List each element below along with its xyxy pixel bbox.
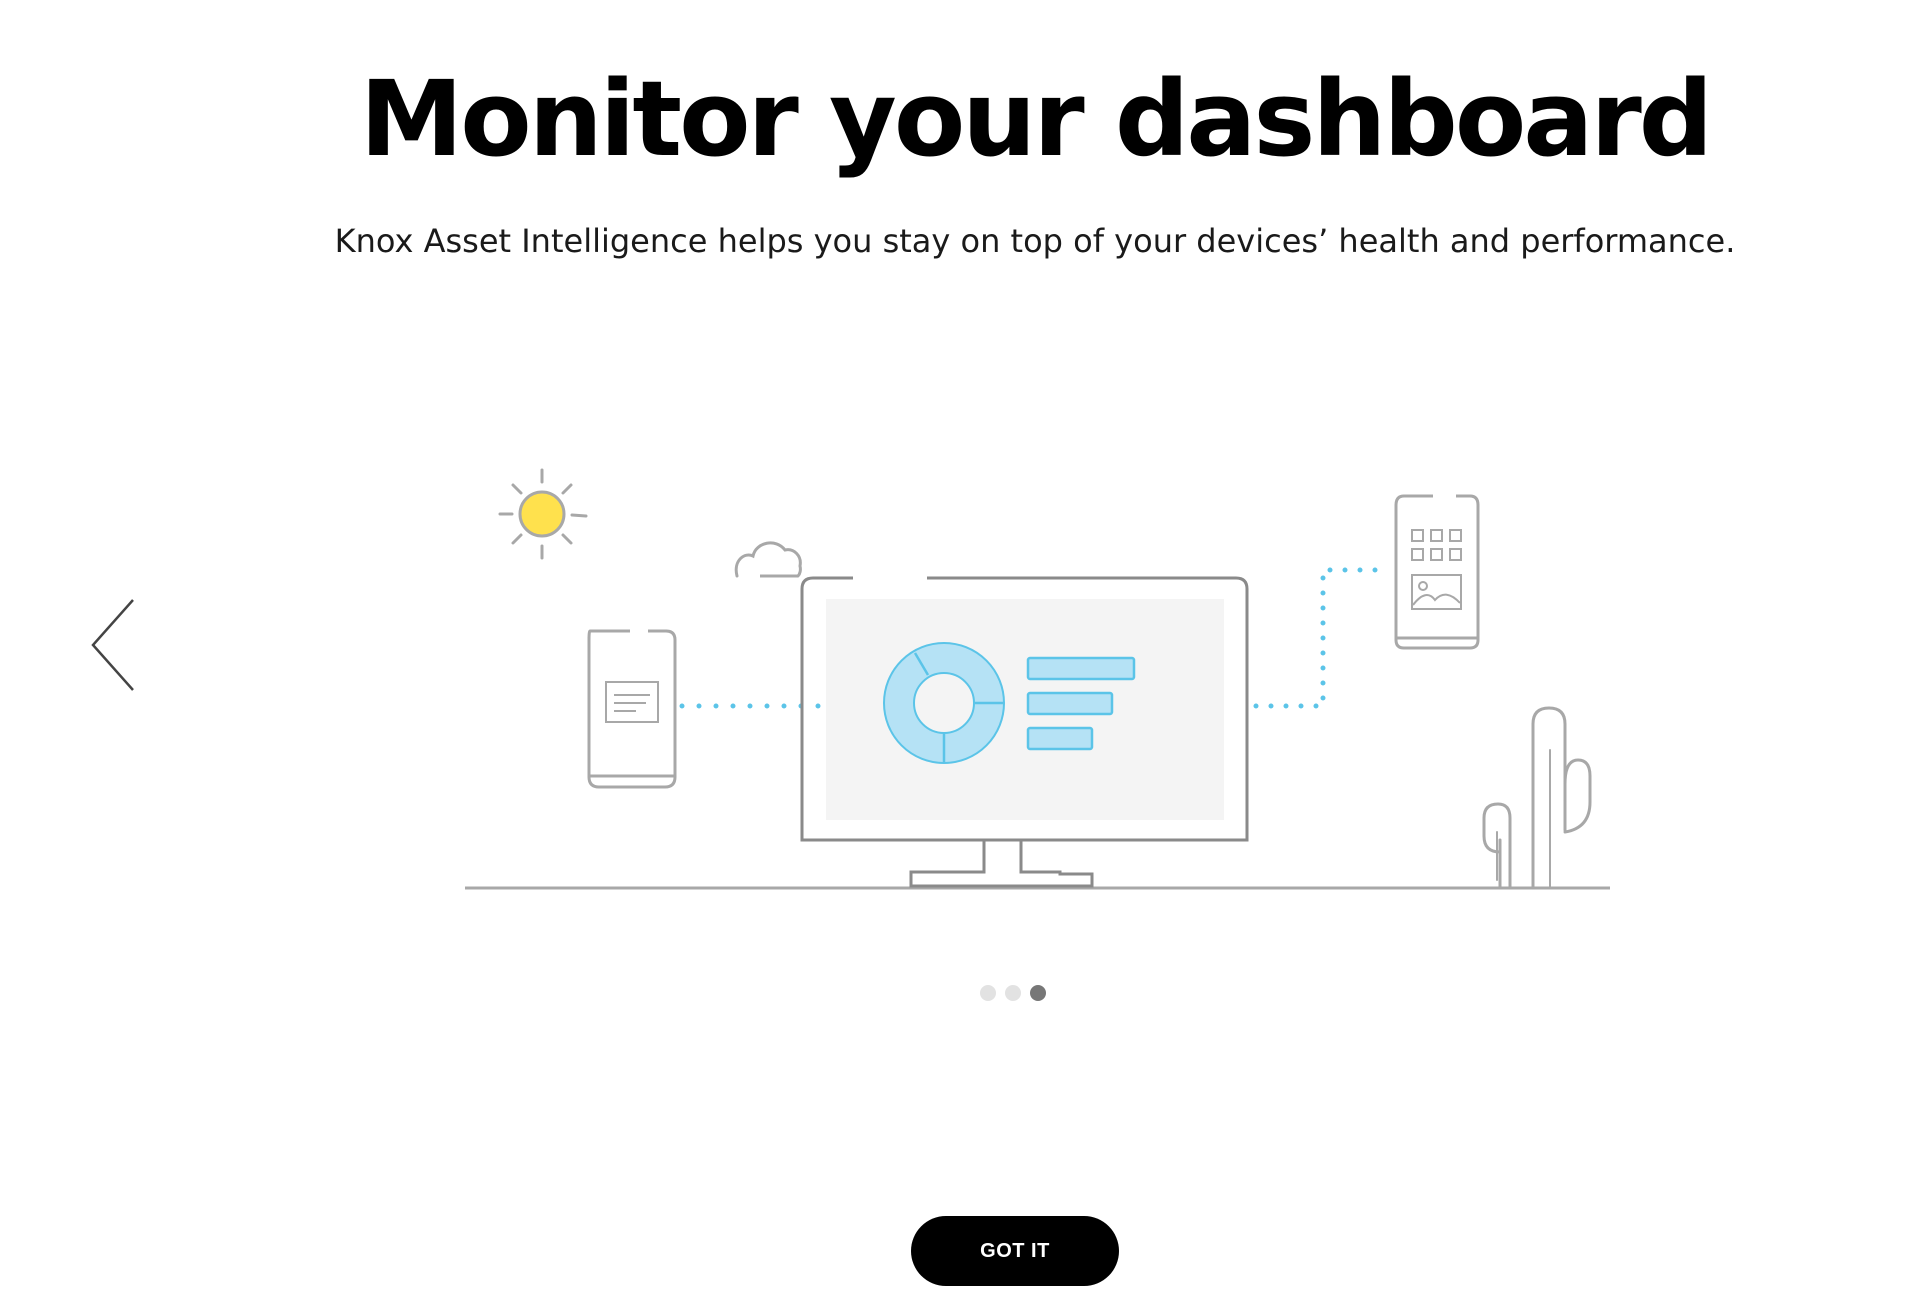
onboarding-slide: Monitor your dashboard Knox Asset Intell… bbox=[0, 0, 1920, 1313]
cloud-icon bbox=[734, 541, 802, 578]
cactus-icon bbox=[1482, 706, 1592, 890]
page-title: Monitor your dashboard bbox=[359, 58, 1713, 180]
connector-right bbox=[1253, 567, 1388, 709]
page-subtitle: Knox Asset Intelligence helps you stay o… bbox=[334, 222, 1736, 260]
sun-icon bbox=[498, 468, 588, 560]
monitor-icon bbox=[800, 576, 1249, 888]
pagination-dot-1[interactable] bbox=[980, 985, 996, 1001]
pagination-dots bbox=[980, 985, 1046, 1001]
phone-right-icon bbox=[1394, 494, 1480, 650]
phone-left-icon bbox=[587, 629, 677, 789]
pagination-dot-2[interactable] bbox=[1005, 985, 1021, 1001]
pagination-dot-3-active[interactable] bbox=[1030, 985, 1046, 1001]
chevron-left-icon bbox=[91, 599, 134, 691]
dashboard-illustration bbox=[465, 468, 1610, 890]
got-it-button[interactable]: GOT IT bbox=[911, 1216, 1119, 1286]
previous-slide-button[interactable] bbox=[85, 595, 145, 695]
